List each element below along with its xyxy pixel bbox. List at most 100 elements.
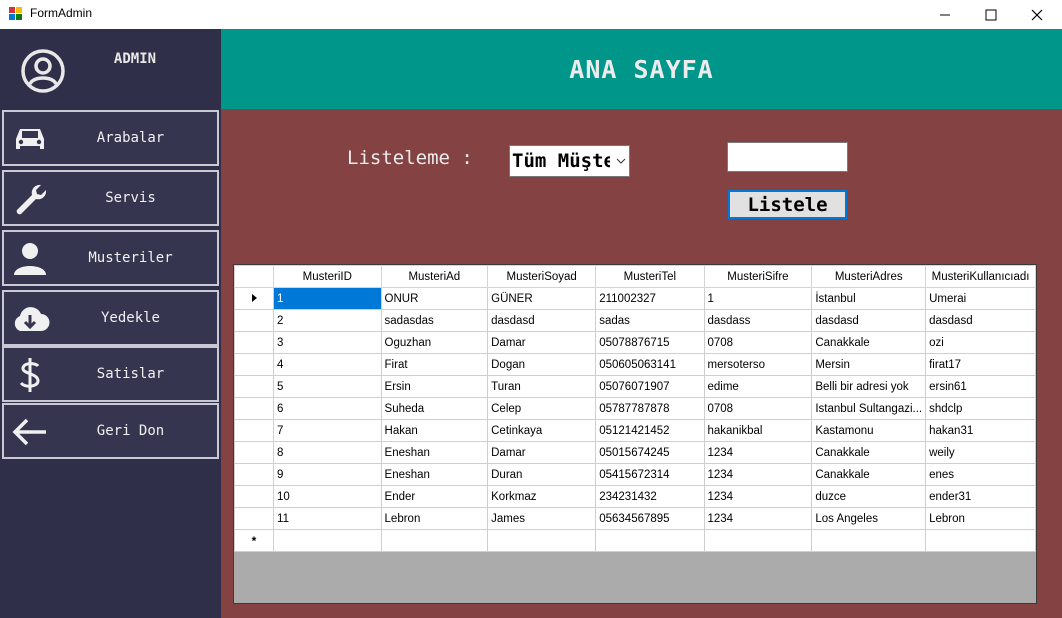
table-cell[interactable]: mersoterso (703, 353, 813, 376)
table-cell[interactable]: 0708 (703, 331, 813, 354)
table-cell[interactable]: 05787787878 (595, 397, 705, 420)
table-cell[interactable]: Hakan (380, 419, 489, 442)
sidebar-item-servis[interactable]: Servis (2, 170, 219, 226)
column-header[interactable]: MusteriKullanıcıadı (925, 265, 1036, 288)
table-cell[interactable]: 1234 (703, 485, 813, 508)
table-cell[interactable]: Lebron (380, 507, 489, 530)
table-cell[interactable] (703, 529, 813, 552)
table-cell[interactable]: Korkmaz (487, 485, 597, 508)
table-cell[interactable]: ersin61 (925, 375, 1036, 398)
row-header[interactable] (234, 507, 275, 530)
table-cell[interactable] (925, 529, 1036, 552)
sidebar-item-arabalar[interactable]: Arabalar (2, 110, 219, 166)
table-cell[interactable]: 2 (273, 309, 382, 332)
table-row[interactable]: 11 Lebron James 05634567895 1234 Los Angeles L… (234, 507, 1036, 530)
table-cell[interactable]: sadas (595, 309, 705, 332)
table-cell[interactable]: Oguzhan (380, 331, 489, 354)
row-header[interactable] (234, 353, 275, 376)
table-cell[interactable]: Belli bir adresi yok (811, 375, 927, 398)
table-cell[interactable]: Dogan (487, 353, 597, 376)
row-header[interactable] (234, 441, 275, 464)
table-cell[interactable]: dasdasd (925, 309, 1036, 332)
table-cell[interactable]: 6 (273, 397, 382, 420)
table-cell[interactable]: Eneshan (380, 463, 489, 486)
table-cell[interactable]: 11 (273, 507, 382, 530)
table-cell[interactable]: Cetinkaya (487, 419, 597, 442)
table-cell[interactable]: Ersin (380, 375, 489, 398)
row-header[interactable] (234, 309, 275, 332)
maximize-button[interactable] (968, 0, 1014, 29)
table-cell[interactable]: hakan31 (925, 419, 1036, 442)
table-cell[interactable]: ender31 (925, 485, 1036, 508)
table-row[interactable]: 4 Firat Dogan 050605063141 mersoterso Mersin f… (234, 353, 1036, 376)
table-cell[interactable]: 7 (273, 419, 382, 442)
list-button[interactable]: Listele (728, 190, 847, 219)
column-header[interactable]: MusteriTel (595, 265, 705, 288)
close-button[interactable] (1014, 0, 1060, 29)
table-cell[interactable]: GÜNER (487, 287, 597, 310)
table-cell[interactable]: Canakkale (811, 463, 927, 486)
table-cell[interactable]: Eneshan (380, 441, 489, 464)
table-cell[interactable]: Los Angeles (811, 507, 927, 530)
column-header[interactable]: MusteriAdres (811, 265, 927, 288)
table-cell[interactable] (273, 529, 382, 552)
table-cell[interactable]: 211002327 (595, 287, 705, 310)
table-cell[interactable]: 050605063141 (595, 353, 705, 376)
row-header[interactable] (234, 419, 275, 442)
table-cell[interactable]: ONUR (380, 287, 489, 310)
table-cell[interactable]: 4 (273, 353, 382, 376)
table-cell[interactable]: 05634567895 (595, 507, 705, 530)
table-cell[interactable]: 234231432 (595, 485, 705, 508)
table-cell[interactable]: shdclp (925, 397, 1036, 420)
table-cell[interactable]: Ender (380, 485, 489, 508)
table-cell[interactable]: 05015674245 (595, 441, 705, 464)
row-header[interactable] (234, 287, 275, 310)
table-row[interactable]: 10 Ender Korkmaz 234231432 1234 duzce ender31 (234, 485, 1036, 508)
table-cell[interactable]: Damar (487, 441, 597, 464)
table-cell[interactable]: enes (925, 463, 1036, 486)
new-row[interactable]: * (234, 529, 1036, 552)
table-cell[interactable]: 1 (273, 287, 382, 310)
column-header[interactable]: MusteriSifre (703, 265, 813, 288)
table-row[interactable]: 3 Oguzhan Damar 05078876715 0708 Canakkale ozi (234, 331, 1036, 354)
table-cell[interactable]: 0708 (703, 397, 813, 420)
table-cell[interactable]: 10 (273, 485, 382, 508)
column-header[interactable]: MusteriSoyad (487, 265, 597, 288)
table-cell[interactable]: 05415672314 (595, 463, 705, 486)
table-cell[interactable]: Celep (487, 397, 597, 420)
filter-dropdown[interactable]: Tüm Müşteriler (509, 145, 630, 177)
table-row[interactable]: 9 Eneshan Duran 05415672314 1234 Canakkale ene… (234, 463, 1036, 486)
row-header[interactable] (234, 375, 275, 398)
table-cell[interactable]: 1234 (703, 441, 813, 464)
sidebar-item-musteriler[interactable]: Musteriler (2, 230, 219, 286)
table-cell[interactable]: Duran (487, 463, 597, 486)
table-cell[interactable]: ozi (925, 331, 1036, 354)
table-row[interactable]: 1 ONUR GÜNER 211002327 1 İstanbul Umerai (234, 287, 1036, 310)
table-cell[interactable]: duzce (811, 485, 927, 508)
table-cell[interactable]: firat17 (925, 353, 1036, 376)
table-cell[interactable]: 9 (273, 463, 382, 486)
sidebar-item-yedekle[interactable]: Yedekle (2, 290, 219, 346)
minimize-button[interactable] (922, 0, 968, 29)
table-cell[interactable]: Istanbul Sultangazi... (811, 397, 927, 420)
table-cell[interactable]: Firat (380, 353, 489, 376)
table-cell[interactable]: Canakkale (811, 331, 927, 354)
table-cell[interactable]: sadasdas (380, 309, 489, 332)
table-row[interactable]: 2 sadasdas dasdasd sadas dasdass dasdasd dasda… (234, 309, 1036, 332)
table-cell[interactable]: weily (925, 441, 1036, 464)
table-cell[interactable]: Canakkale (811, 441, 927, 464)
table-cell[interactable]: Turan (487, 375, 597, 398)
table-row[interactable]: 6 Suheda Celep 05787787878 0708 Istanbul Sult… (234, 397, 1036, 420)
table-row[interactable]: 7 Hakan Cetinkaya 05121421452 hakanikbal Kast… (234, 419, 1036, 442)
table-cell[interactable]: edime (703, 375, 813, 398)
customers-grid[interactable]: MusteriID MusteriAd MusteriSoyad MusteriTel… (233, 264, 1037, 604)
table-cell[interactable]: 5 (273, 375, 382, 398)
table-cell[interactable] (595, 529, 705, 552)
table-cell[interactable]: 1 (703, 287, 813, 310)
column-header[interactable]: MusteriAd (380, 265, 489, 288)
table-cell[interactable]: Mersin (811, 353, 927, 376)
table-cell[interactable]: Suheda (380, 397, 489, 420)
table-cell[interactable]: hakanikbal (703, 419, 813, 442)
row-header[interactable] (234, 331, 275, 354)
table-cell[interactable]: İstanbul (811, 287, 927, 310)
